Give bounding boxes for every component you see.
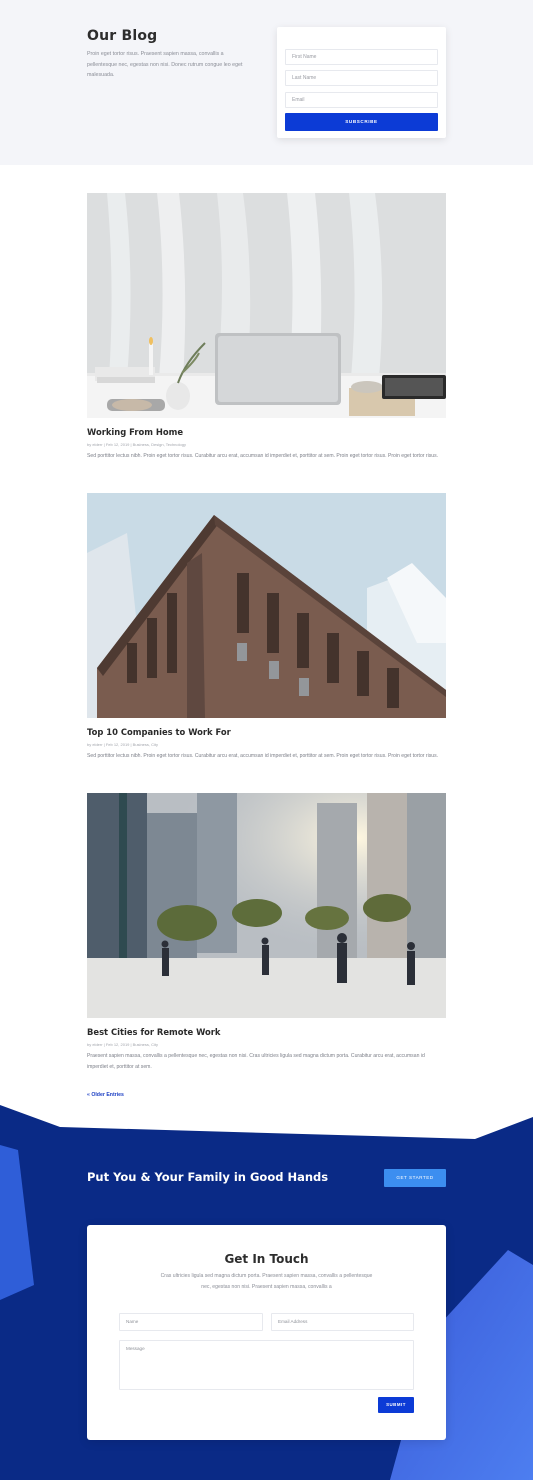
first-name-field[interactable]: First Name — [285, 49, 438, 65]
contact-description: Cras ultricies ligula sed magna dictum p… — [160, 1273, 373, 1290]
hero-wave-divider — [0, 120, 533, 162]
post-image-top-companies[interactable] — [87, 493, 446, 718]
post-excerpt: Sed porttitor lectus nibh. Proin eget to… — [87, 453, 439, 459]
subscribe-form: First Name Last Name Email SUBSCRIBE — [277, 27, 446, 138]
cta-heading: Put You & Your Family in Good Hands — [87, 1170, 329, 1184]
post-meta: by elderr | Feb 12, 2019 | Business, Cit… — [87, 742, 159, 747]
post-title-link[interactable]: Best Cities for Remote Work — [87, 1027, 220, 1037]
message-field[interactable]: Message — [119, 1340, 414, 1390]
get-started-button[interactable]: GET STARTED — [384, 1169, 446, 1187]
name-field[interactable]: Name — [119, 1313, 263, 1331]
email-address-field[interactable]: Email Address — [271, 1313, 414, 1331]
post-image-best-cities[interactable] — [87, 793, 446, 1018]
older-entries-link[interactable]: « Older Entries — [87, 1092, 124, 1098]
post-excerpt: Sed porttitor lectus nibh. Proin eget to… — [87, 753, 439, 759]
post-excerpt: Praesent sapien massa, convallis a pelle… — [87, 1053, 425, 1070]
post-meta: by elderr | Feb 12, 2019 | Business, Des… — [87, 442, 186, 447]
post-title-link[interactable]: Top 10 Companies to Work For — [87, 727, 231, 737]
email-field[interactable]: Email — [285, 92, 438, 108]
contact-form-card: Get In Touch Cras ultricies ligula sed m… — [87, 1225, 446, 1440]
post-title-link[interactable]: Working From Home — [87, 427, 183, 437]
contact-title: Get In Touch — [224, 1252, 309, 1266]
last-name-field[interactable]: Last Name — [285, 70, 438, 86]
submit-button[interactable]: SUBMIT — [378, 1397, 414, 1413]
post-meta: by elderr | Feb 12, 2019 | Business, Cit… — [87, 1042, 159, 1047]
post-image-working-from-home[interactable] — [87, 193, 446, 418]
hero-description: Proin eget tortor risus. Praesent sapien… — [87, 51, 243, 78]
subscribe-button[interactable]: SUBSCRIBE — [285, 113, 438, 131]
page-title: Our Blog — [87, 28, 158, 44]
